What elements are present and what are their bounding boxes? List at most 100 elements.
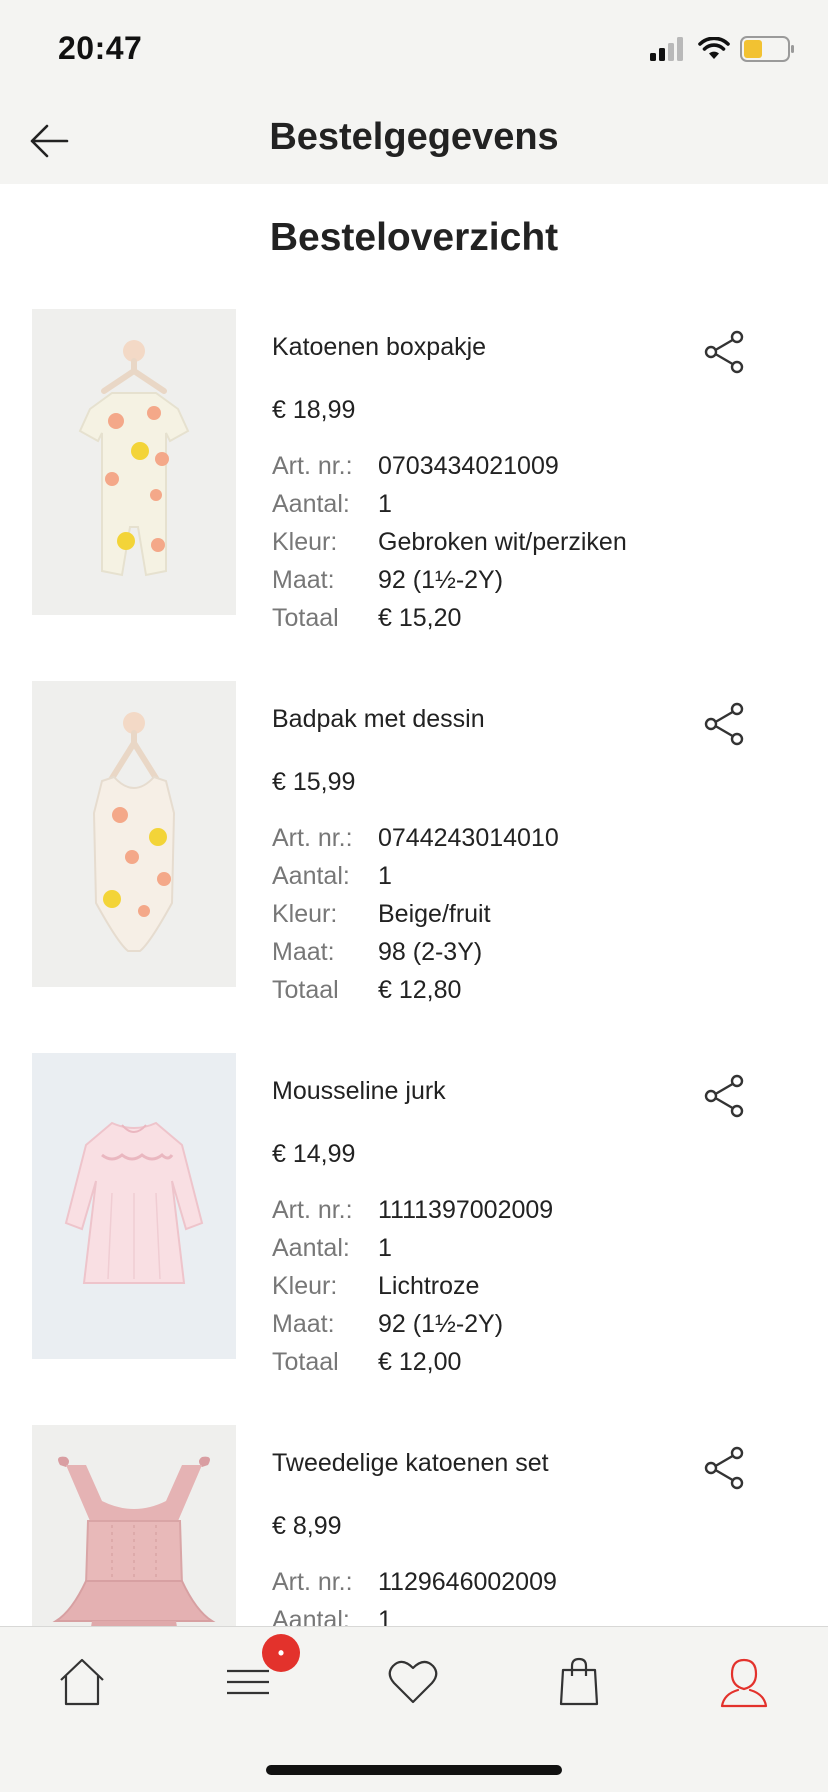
shopping-bag-icon bbox=[559, 1657, 599, 1706]
quantity-label: Aantal: bbox=[272, 1606, 350, 1626]
size-row: Maat: 92 (1½-2Y) bbox=[272, 1310, 732, 1348]
item-details: Art. nr.: 1129646002009 Aantal: 1 bbox=[272, 1568, 732, 1626]
quantity-label: Aantal: bbox=[272, 862, 350, 890]
product-name[interactable]: Badpak met dessin bbox=[272, 705, 485, 734]
total-label: Totaal bbox=[272, 976, 339, 1004]
color-row: Kleur: Beige/fruit bbox=[272, 900, 732, 938]
total-value: € 12,00 bbox=[378, 1348, 462, 1376]
art-nr-label: Art. nr.: bbox=[272, 1196, 353, 1224]
order-overview[interactable]: Besteloverzicht Katoenen boxpakje € 18,9… bbox=[0, 184, 828, 1626]
size-label: Maat: bbox=[272, 1310, 335, 1338]
size-label: Maat: bbox=[272, 938, 335, 966]
order-item: Tweedelige katoenen set € 8,99 Art. nr.:… bbox=[0, 1425, 828, 1626]
art-nr-row: Art. nr.: 0744243014010 bbox=[272, 824, 732, 862]
color-label: Kleur: bbox=[272, 1272, 338, 1300]
art-nr-value: 0703434021009 bbox=[378, 452, 559, 480]
cellular-signal-icon bbox=[650, 37, 683, 61]
quantity-row: Aantal: 1 bbox=[272, 490, 732, 528]
total-row: Totaal € 12,00 bbox=[272, 1348, 732, 1386]
product-image[interactable] bbox=[32, 1425, 236, 1626]
swimsuit-image bbox=[32, 681, 236, 987]
tab-favorites[interactable] bbox=[373, 1647, 453, 1717]
tab-home[interactable] bbox=[42, 1647, 122, 1717]
item-details: Art. nr.: 0744243014010 Aantal: 1 Kleur: Be… bbox=[272, 824, 732, 1014]
share-button[interactable] bbox=[700, 1443, 750, 1493]
color-value: Beige/fruit bbox=[378, 900, 491, 928]
share-button[interactable] bbox=[700, 1071, 750, 1121]
art-nr-value: 0744243014010 bbox=[378, 824, 559, 852]
quantity-label: Aantal: bbox=[272, 490, 350, 518]
order-item: Badpak met dessin € 15,99 Art. nr.: 07442… bbox=[0, 681, 828, 1004]
total-value: € 12,80 bbox=[378, 976, 462, 1004]
dress-image bbox=[32, 1053, 236, 1359]
menu-icon bbox=[227, 1669, 269, 1695]
wifi-icon bbox=[698, 37, 730, 59]
total-label: Totaal bbox=[272, 1348, 339, 1376]
quantity-value: 1 bbox=[378, 1234, 392, 1262]
art-nr-value: 1111397002009 bbox=[378, 1196, 554, 1224]
size-row: Maat: 98 (2-3Y) bbox=[272, 938, 732, 976]
quantity-value: 1 bbox=[378, 490, 392, 518]
product-name[interactable]: Katoenen boxpakje bbox=[272, 333, 486, 362]
status-time: 20:47 bbox=[58, 30, 143, 66]
color-value: Lichtroze bbox=[378, 1272, 480, 1300]
quantity-row: Aantal: 1 bbox=[272, 1234, 732, 1272]
total-row: Totaal € 15,20 bbox=[272, 604, 732, 642]
product-image[interactable] bbox=[32, 681, 236, 987]
two-piece-set-image bbox=[32, 1425, 236, 1626]
color-row: Kleur: Gebroken wit/perziken bbox=[272, 528, 732, 566]
home-icon bbox=[60, 1658, 104, 1706]
total-label: Totaal bbox=[272, 604, 339, 632]
share-button[interactable] bbox=[700, 699, 750, 749]
art-nr-label: Art. nr.: bbox=[272, 824, 353, 852]
color-row: Kleur: Lichtroze bbox=[272, 1272, 732, 1310]
art-nr-row: Art. nr.: 1111397002009 bbox=[272, 1196, 732, 1234]
art-nr-row: Art. nr.: 1129646002009 bbox=[272, 1568, 732, 1606]
product-price: € 8,99 bbox=[272, 1512, 342, 1540]
color-label: Kleur: bbox=[272, 900, 338, 928]
notification-badge: • bbox=[262, 1634, 300, 1672]
total-value: € 15,20 bbox=[378, 604, 462, 632]
size-label: Maat: bbox=[272, 566, 335, 594]
art-nr-value: 1129646002009 bbox=[378, 1568, 557, 1596]
product-name[interactable]: Mousseline jurk bbox=[272, 1077, 446, 1106]
quantity-value: 1 bbox=[378, 1606, 392, 1626]
share-icon bbox=[704, 330, 744, 374]
total-row: Totaal € 12,80 bbox=[272, 976, 732, 1014]
share-button[interactable] bbox=[700, 327, 750, 377]
order-item: Katoenen boxpakje € 18,99 Art. nr.: 07034… bbox=[0, 309, 828, 632]
order-item: Mousseline jurk € 14,99 Art. nr.: 1111397… bbox=[0, 1053, 828, 1376]
share-icon bbox=[704, 1446, 744, 1490]
size-row: Maat: 92 (1½-2Y) bbox=[272, 566, 732, 604]
item-details: Art. nr.: 1111397002009 Aantal: 1 Kleur: Li… bbox=[272, 1196, 732, 1386]
nav-bar: Bestelgegevens bbox=[0, 96, 828, 184]
status-icons bbox=[650, 34, 796, 64]
size-value: 92 (1½-2Y) bbox=[378, 566, 504, 594]
account-icon bbox=[720, 1658, 768, 1708]
art-nr-label: Art. nr.: bbox=[272, 1568, 353, 1596]
quantity-value: 1 bbox=[378, 862, 392, 890]
tab-account[interactable] bbox=[704, 1647, 784, 1717]
size-value: 92 (1½-2Y) bbox=[378, 1310, 504, 1338]
heart-icon bbox=[388, 1660, 438, 1704]
page-title: Bestelgegevens bbox=[269, 116, 559, 158]
quantity-row: Aantal: 1 bbox=[272, 862, 732, 900]
art-nr-row: Art. nr.: 0703434021009 bbox=[272, 452, 732, 490]
status-bar: 20:47 bbox=[0, 0, 828, 96]
share-icon bbox=[704, 702, 744, 746]
product-image[interactable] bbox=[32, 1053, 236, 1359]
quantity-label: Aantal: bbox=[272, 1234, 350, 1262]
product-price: € 15,99 bbox=[272, 768, 356, 796]
color-label: Kleur: bbox=[272, 528, 338, 556]
quantity-row: Aantal: 1 bbox=[272, 1606, 732, 1626]
home-indicator[interactable] bbox=[266, 1765, 562, 1775]
art-nr-label: Art. nr.: bbox=[272, 452, 353, 480]
battery-icon bbox=[740, 36, 794, 62]
size-value: 98 (2-3Y) bbox=[378, 938, 483, 966]
product-name[interactable]: Tweedelige katoenen set bbox=[272, 1449, 549, 1478]
tab-bag[interactable] bbox=[539, 1647, 619, 1717]
product-price: € 14,99 bbox=[272, 1140, 356, 1168]
item-details: Art. nr.: 0703434021009 Aantal: 1 Kleur: Ge… bbox=[272, 452, 732, 642]
product-image[interactable] bbox=[32, 309, 236, 615]
product-price: € 18,99 bbox=[272, 396, 356, 424]
